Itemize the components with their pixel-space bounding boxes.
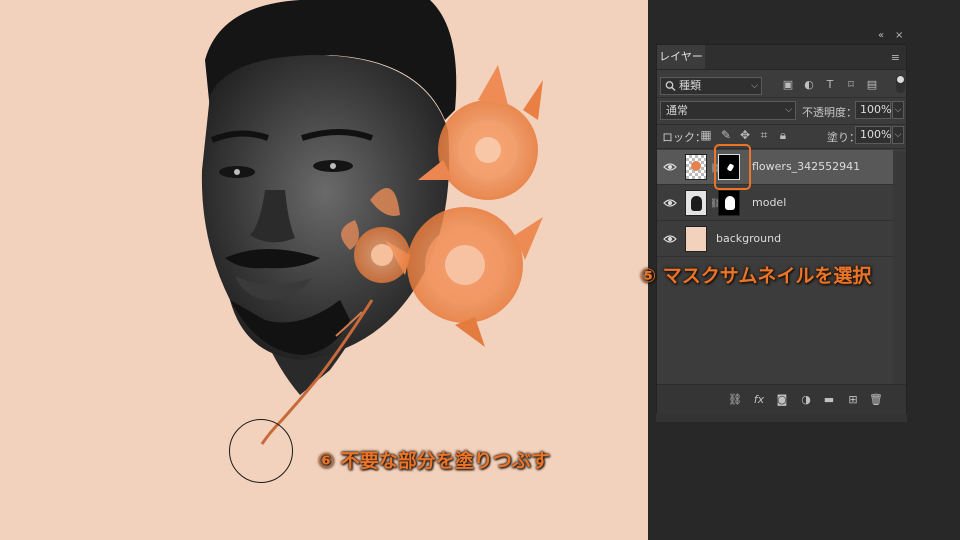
lock-artboard-icon[interactable]: ⌗ <box>757 127 771 143</box>
layers-scrollbar[interactable] <box>893 152 906 384</box>
layer-name-flowers: flowers_342552941 <box>752 160 861 173</box>
opacity-label: 不透明度： <box>802 106 857 119</box>
chevron-down-icon: ⌵ <box>785 105 792 115</box>
add-mask-icon[interactable]: ◙ <box>774 392 790 408</box>
lock-transparent-pixels-icon[interactable]: ▦ <box>699 127 713 143</box>
layers-bottom-toolbar: ⛓ fx ◙ ◑ ▬ ⊞ 🗑︎ <box>657 384 906 415</box>
fill-input[interactable]: 100% <box>855 126 891 144</box>
chevron-down-icon: ⌵ <box>751 81 758 91</box>
new-group-icon[interactable]: ▬ <box>821 392 837 408</box>
eye-icon[interactable] <box>663 161 677 173</box>
search-icon <box>665 78 676 99</box>
mask-highlight-ring <box>714 144 751 190</box>
annotation-step-6: ⑥ 不要な部分を塗りつぶす <box>318 450 550 472</box>
document-canvas[interactable]: ⑥ 不要な部分を塗りつぶす <box>0 0 648 540</box>
tab-layers[interactable]: レイヤー <box>657 45 705 69</box>
opacity-dropdown-button[interactable]: ⌵ <box>892 101 904 119</box>
fill-dropdown-button[interactable]: ⌵ <box>892 126 904 144</box>
opacity-input[interactable]: 100% <box>855 101 891 119</box>
layer-filter-value: 種類 <box>679 79 701 92</box>
lock-position-icon[interactable]: ✥ <box>738 127 752 143</box>
filter-toggle[interactable] <box>896 75 905 93</box>
hamburger-icon[interactable]: ≡ <box>891 51 900 64</box>
smart-object-filter-icon[interactable]: ▤ <box>865 77 879 93</box>
layer-row-model[interactable]: ⛓ model <box>657 186 893 221</box>
blend-mode-select[interactable]: 通常 ⌵ <box>660 101 796 120</box>
adjustment-filter-icon[interactable]: ◐ <box>802 77 816 93</box>
blend-mode-value: 通常 <box>666 104 688 117</box>
shape-filter-icon[interactable]: ⌑ <box>844 77 858 93</box>
eye-icon[interactable] <box>663 197 677 209</box>
link-layers-icon[interactable]: ⛓ <box>727 392 743 408</box>
adjustment-layer-icon[interactable]: ◑ <box>798 392 814 408</box>
layers-panel: レイヤー ≡ 種類 ⌵ ▣ ◐ T ⌑ ▤ 通常 ⌵ 不透明度： 100% ⌵ … <box>656 44 907 415</box>
trash-icon[interactable]: 🗑︎ <box>868 392 884 408</box>
type-filter-icon[interactable]: T <box>823 77 837 93</box>
brush-cursor <box>229 419 293 483</box>
eye-icon[interactable] <box>663 233 677 245</box>
lock-image-pixels-icon[interactable]: ✎ <box>719 127 733 143</box>
panel-tabbar: レイヤー ≡ <box>657 45 906 70</box>
layer-thumbnail-flowers[interactable] <box>685 154 707 180</box>
flower-small <box>354 227 410 283</box>
close-dock-button[interactable]: × <box>895 30 903 41</box>
new-layer-icon[interactable]: ⊞ <box>845 392 861 408</box>
mask-thumbnail-model[interactable] <box>718 190 740 216</box>
layer-name-model: model <box>752 196 787 209</box>
layer-row-flowers[interactable]: ⛓ flowers_342552941 <box>657 150 893 185</box>
layer-name-background: background <box>716 232 782 245</box>
layer-filter-select[interactable]: 種類 ⌵ <box>660 77 762 95</box>
layer-thumbnail-background[interactable] <box>685 226 707 252</box>
dock-lower-strip <box>656 414 907 422</box>
collapse-dock-button[interactable]: « <box>878 30 884 41</box>
layer-row-background[interactable]: background <box>657 222 893 257</box>
image-filter-icon[interactable]: ▣ <box>781 77 795 93</box>
annotation-step-5: ⑤ マスクサムネイルを選択 <box>640 265 872 287</box>
fx-icon[interactable]: fx <box>751 392 767 408</box>
layer-thumbnail-model[interactable] <box>685 190 707 216</box>
lock-all-icon[interactable]: 🔒︎ <box>776 127 790 143</box>
